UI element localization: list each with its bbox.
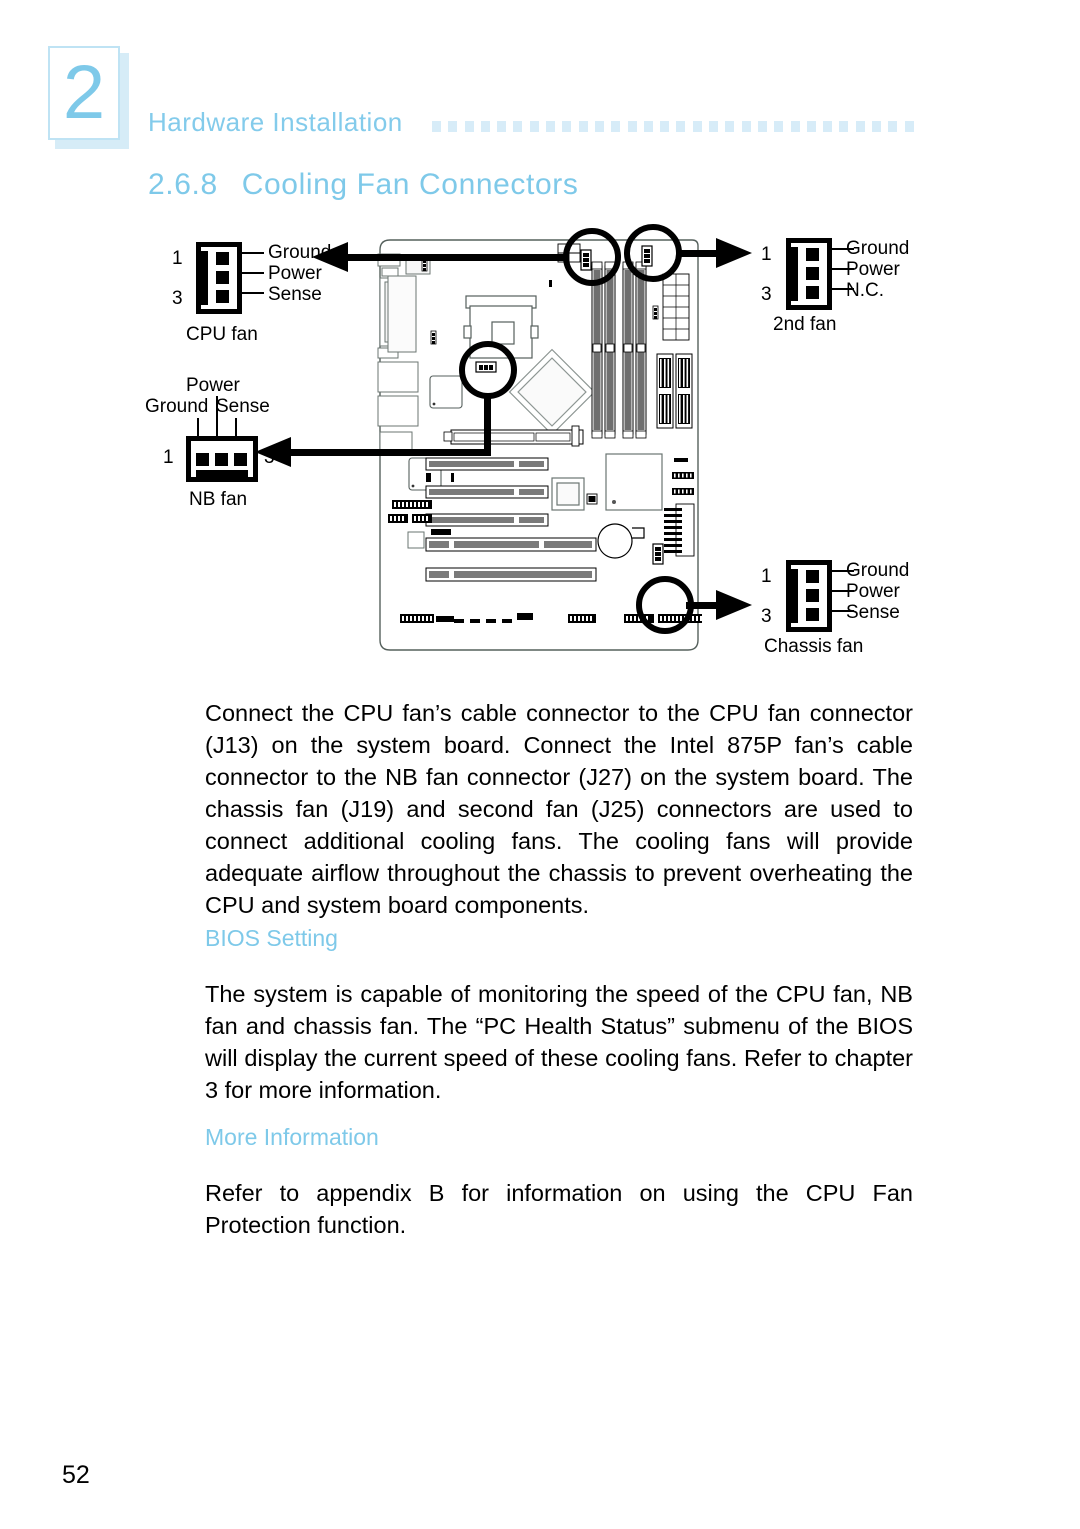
second-fan-name: 2nd fan (773, 314, 837, 335)
bios-setting-heading: BIOS Setting (205, 925, 338, 951)
pin-2 (806, 267, 819, 280)
chassis-fan-name: Chassis fan (764, 636, 864, 657)
connector-nb-fan (186, 436, 258, 482)
nb-fan-label-ground: Ground (145, 396, 209, 417)
nb-fan-label-sense: Sense (216, 396, 270, 417)
nb-fan-name: NB fan (189, 489, 248, 510)
second-fan-label-nc: N.C. (846, 280, 884, 301)
chassis-fan-label-power: Power (846, 581, 900, 602)
arrow-line-nb-fan-vertical (484, 393, 491, 456)
second-fan-label-power: Power (846, 259, 900, 280)
section-heading: 2.6.8 Cooling Fan Connectors (148, 168, 578, 202)
second-fan-pin-last: 3 (761, 284, 772, 305)
paragraph-bios: The system is capable of monitoring the … (205, 981, 913, 1103)
callout-ring-second-fan (624, 224, 682, 282)
cpu-fan-label-sense: Sense (268, 284, 322, 305)
nb-fan-pin-last: 3 (264, 447, 275, 468)
cpu-fan-name: CPU fan (186, 324, 258, 345)
second-fan-label-ground: Ground (846, 238, 910, 259)
second-fan-pin-first: 1 (761, 244, 772, 265)
pin-3 (234, 453, 247, 466)
section-number: 2.6.8 (148, 168, 218, 201)
cpu-fan-leader-1 (242, 252, 264, 254)
cpu-fan-leader-2 (242, 272, 264, 274)
paragraph-more-info: Refer to appendix B for information on u… (205, 1180, 913, 1238)
pin-3 (216, 290, 229, 303)
cpu-fan-pin-first: 1 (172, 248, 183, 269)
arrow-line-nb-fan-horizontal (290, 449, 491, 456)
paragraph-intro: Connect the CPU fan’s cable connector to… (205, 700, 913, 918)
cpu-fan-label-ground: Ground (268, 242, 332, 263)
nb-fan-label-power: Power (186, 375, 240, 396)
connector-second-fan (786, 238, 832, 310)
section-title: Cooling Fan Connectors (241, 168, 579, 201)
chassis-fan-pin-first: 1 (761, 566, 772, 587)
connector-cpu-fan (196, 242, 242, 314)
cpu-fan-label-power: Power (268, 263, 322, 284)
pin-2 (216, 271, 229, 284)
cooling-fan-connector-diagram: 1 3 Ground Power Sense CPU fan Power Gro… (0, 224, 1080, 668)
pin-1 (216, 252, 229, 265)
callout-ring-cpu-fan (563, 228, 621, 286)
chapter-number: 2 (62, 50, 106, 135)
connector-key-tab (791, 569, 798, 623)
connector-key-tab (201, 251, 208, 305)
pin-1 (806, 570, 819, 583)
pin-1 (196, 453, 209, 466)
cpu-fan-pin-last: 3 (172, 288, 183, 309)
cpu-fan-leader-3 (242, 292, 264, 294)
header-dot-rule (432, 120, 914, 132)
nb-fan-pin-first: 1 (163, 447, 174, 468)
arrow-head-second-fan (716, 238, 752, 268)
chassis-fan-label-ground: Ground (846, 560, 910, 581)
callout-ring-nb-fan (459, 341, 517, 399)
chapter-badge: 2 (48, 46, 129, 149)
arrow-head-chassis-fan (716, 590, 752, 620)
pin-2 (215, 453, 228, 466)
pin-3 (806, 286, 819, 299)
chassis-fan-label-sense: Sense (846, 602, 900, 623)
arrow-line-cpu-fan (345, 254, 569, 261)
chassis-fan-pin-last: 3 (761, 606, 772, 627)
page-number: 52 (62, 1461, 90, 1489)
connector-key-tab (791, 247, 798, 301)
connector-key-tab (196, 470, 248, 477)
arrow-head-nb-fan (255, 437, 291, 467)
more-information-heading: More Information (205, 1124, 379, 1150)
page-title: Hardware Installation (148, 107, 403, 137)
pin-1 (806, 248, 819, 261)
pin-3 (806, 608, 819, 621)
connector-chassis-fan (786, 560, 832, 632)
pin-2 (806, 589, 819, 602)
